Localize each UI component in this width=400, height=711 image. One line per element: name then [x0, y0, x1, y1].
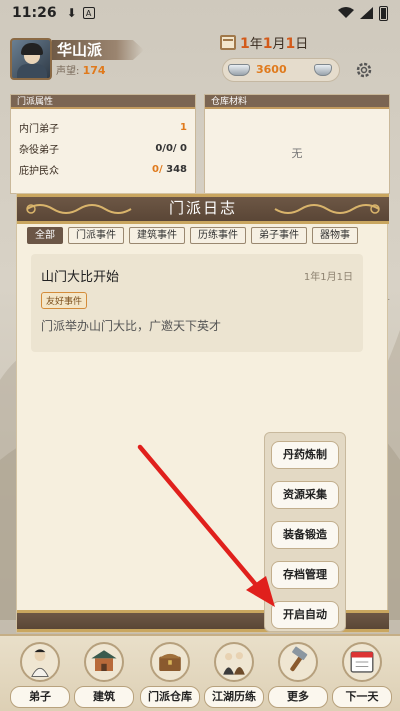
silver-amount: 3600: [256, 63, 287, 76]
tab-item-events[interactable]: 器物事: [312, 227, 358, 244]
date-month-unit: 月: [272, 37, 286, 52]
warriors-icon: [214, 642, 254, 682]
nav-label: 更多: [268, 686, 328, 708]
attr-row-servant-disciples: 杂役弟子 0/0/ 0: [11, 138, 195, 159]
status-bar: 11:26 ⬇ A: [0, 0, 400, 26]
attr-row-sheltered-people: 庇护民众 0/ 348: [11, 159, 195, 180]
attr-value: 0/0/ 0: [155, 143, 187, 154]
sect-attributes-panel: 门派属性 内门弟子 1 杂役弟子 0/0/ 0 庇护民众 0/ 348: [10, 94, 196, 194]
nav-label: 建筑: [74, 686, 134, 708]
tab-sect-events[interactable]: 门派事件: [68, 227, 124, 244]
tab-disciple-events[interactable]: 弟子事件: [251, 227, 307, 244]
tab-all[interactable]: 全部: [27, 227, 63, 244]
nav-sect-storage[interactable]: 门派仓库: [140, 642, 200, 710]
log-entry-description: 门派举办山门大比，广邀天下英才: [41, 319, 222, 333]
silver-ingot-icon: [228, 64, 250, 76]
date-year-unit: 年: [249, 37, 263, 52]
menu-auto-mode-button[interactable]: 开启自动: [271, 601, 339, 629]
attr-label: 庇护民众: [19, 166, 59, 177]
nav-label: 下一天: [332, 686, 392, 708]
notification-icon: A: [82, 7, 95, 19]
sect-attributes-title: 门派属性: [11, 95, 195, 109]
log-entry: 山门大比开始 1年1月1日 友好事件 门派举办山门大比，广邀天下英才: [31, 254, 363, 352]
nav-more[interactable]: 更多: [268, 642, 328, 710]
storage-materials-title: 仓库材料: [205, 95, 389, 109]
calendar-icon: [342, 642, 382, 682]
attr-value: 1: [180, 122, 187, 133]
menu-pill-crafting-button[interactable]: 丹药炼制: [271, 441, 339, 469]
date-month: 1: [262, 36, 273, 52]
attr-value-max: 348: [162, 164, 187, 175]
date-day: 1: [285, 36, 296, 52]
battery-icon: [379, 5, 388, 21]
nav-label: 弟子: [10, 686, 70, 708]
scroll-ornament-right: [274, 204, 380, 214]
attr-label: 内门弟子: [19, 124, 59, 135]
log-entry-date: 1年1月1日: [303, 272, 353, 283]
storage-empty-text: 无: [291, 147, 303, 160]
gear-icon[interactable]: [354, 60, 374, 80]
nav-next-day[interactable]: 下一天: [332, 642, 392, 710]
bottom-navigation: 弟子 建筑 门派仓库 江湖历练 更多 下一天: [0, 634, 400, 711]
storage-materials-panel: 仓库材料 无: [204, 94, 390, 194]
date-day-unit: 日: [295, 37, 309, 52]
attr-value-current: 0/: [152, 164, 163, 175]
prestige-label: 声望:: [56, 66, 80, 77]
building-icon: [84, 642, 124, 682]
treasure-chest-icon: [150, 642, 190, 682]
status-time: 11:26: [12, 5, 57, 21]
hammer-icon: [278, 642, 318, 682]
more-menu-popup: 丹药炼制 资源采集 装备锻造 存档管理 开启自动: [264, 432, 346, 632]
nav-label: 门派仓库: [140, 686, 200, 708]
prestige-value: 174: [82, 64, 106, 77]
menu-resource-gathering-button[interactable]: 资源采集: [271, 481, 339, 509]
nav-disciples[interactable]: 弟子: [10, 642, 70, 710]
nav-label: 江湖历练: [204, 686, 264, 708]
tab-building-events[interactable]: 建筑事件: [129, 227, 185, 244]
attr-row-inner-disciples: 内门弟子 1: [11, 117, 195, 138]
nav-jianghu-training[interactable]: 江湖历练: [204, 642, 264, 710]
calendar-icon: [220, 35, 236, 50]
download-icon: ⬇: [66, 6, 77, 20]
attr-label: 杂役弟子: [19, 145, 59, 156]
tab-training-events[interactable]: 历练事件: [190, 227, 246, 244]
prestige-display: 声望: 174: [56, 62, 106, 77]
game-date: 1年1月1日: [240, 33, 308, 52]
disciple-icon: [20, 642, 60, 682]
sect-leader-avatar[interactable]: [10, 38, 52, 80]
sect-name: 华山派: [52, 40, 144, 60]
wifi-icon: [338, 7, 354, 18]
nav-buildings[interactable]: 建筑: [74, 642, 134, 710]
menu-equipment-forging-button[interactable]: 装备锻造: [271, 521, 339, 549]
log-entry-badge: 友好事件: [41, 292, 88, 309]
menu-save-management-button[interactable]: 存档管理: [271, 561, 339, 589]
signal-icon: [360, 7, 373, 19]
log-entry-title: 山门大比开始: [41, 270, 120, 285]
log-filter-tabs: 全部 门派事件 建筑事件 历练事件 弟子事件 器物事: [27, 227, 379, 245]
date-year: 1: [240, 36, 250, 52]
